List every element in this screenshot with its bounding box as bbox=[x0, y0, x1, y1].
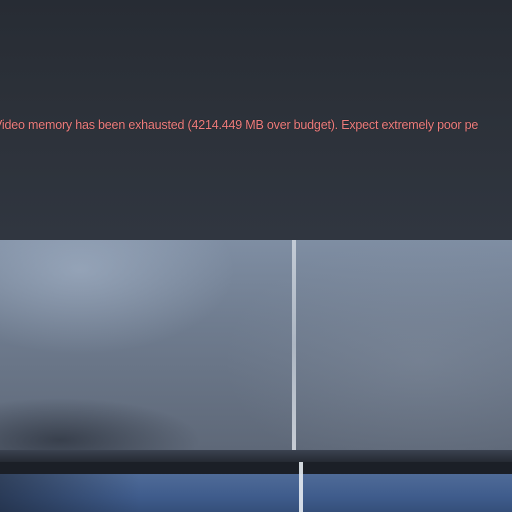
wall-seam bbox=[292, 240, 296, 450]
wall-shadow bbox=[0, 380, 220, 450]
floor-shadow bbox=[0, 474, 140, 512]
game-viewport[interactable]: Video memory has been exhausted (4214.44… bbox=[0, 0, 512, 512]
video-memory-warning-text: Video memory has been exhausted (4214.44… bbox=[0, 118, 479, 132]
wall-baseboard bbox=[0, 450, 512, 462]
floor-seam bbox=[299, 462, 303, 512]
